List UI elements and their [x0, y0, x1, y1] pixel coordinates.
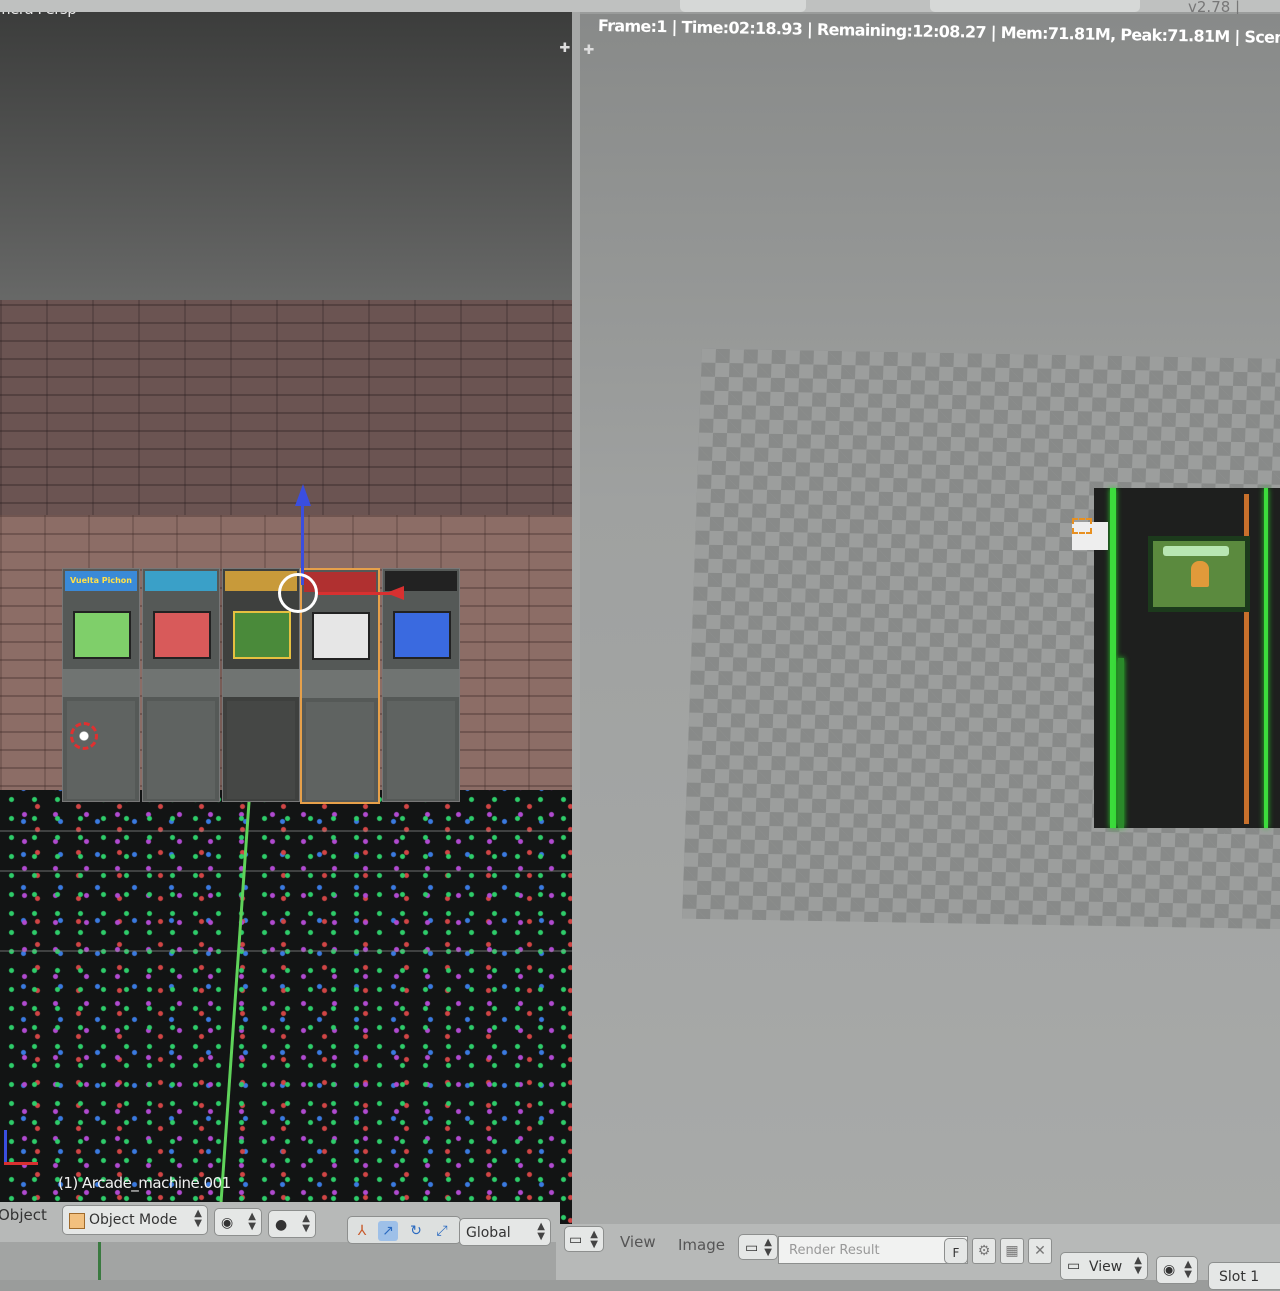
arcade-cabinet-base: [147, 701, 215, 799]
orientation-label: Global: [466, 1225, 511, 1241]
object-menu[interactable]: Object: [0, 1206, 47, 1224]
arcade-screen: [73, 611, 131, 659]
tile-corner-icon: [1072, 518, 1092, 534]
fake-user-button[interactable]: F: [944, 1238, 968, 1264]
confetti-floor: [0, 790, 578, 1225]
chevron-updown-icon: ▲ ▼: [764, 1237, 772, 1258]
chevron-updown-icon: ▲ ▼: [248, 1211, 256, 1232]
mode-select-label: Object Mode: [89, 1212, 178, 1228]
arcade-cabinet-base: [387, 701, 455, 799]
chevron-updown-icon: ▲ ▼: [537, 1221, 545, 1242]
image-editor[interactable]: Frame:1 | Time:02:18.93 | Remaining:12:0…: [580, 14, 1280, 1236]
arcade-control-panel: [302, 670, 378, 698]
open-image-icon[interactable]: ▦: [1000, 1238, 1024, 1264]
image-browse-icon: ▭: [745, 1240, 759, 1256]
gizmo-x-arrow-icon[interactable]: [386, 586, 404, 600]
active-object-label: (1) Arcade_machine.001: [58, 1174, 231, 1192]
arcade-machine[interactable]: [382, 568, 460, 802]
arcade-control-panel: [143, 669, 219, 697]
grid-line: [0, 950, 578, 952]
view-mode-select[interactable]: ▭ View ▲ ▼: [1060, 1252, 1148, 1280]
gizmo-x-axis[interactable]: [318, 592, 396, 595]
manipulator-toggle-icon[interactable]: ⅄: [352, 1221, 372, 1241]
shading-icon: ●: [275, 1217, 288, 1233]
axis-indicator-z: [4, 1130, 7, 1164]
render-slot-label: Slot 1: [1219, 1269, 1260, 1285]
ceiling: [0, 0, 578, 330]
chevron-updown-icon: ▲ ▼: [302, 1213, 310, 1234]
area-split-icon[interactable]: ✚: [558, 42, 572, 56]
3d-viewport[interactable]: Vuelta Pichon mera Persp (1) Arcade_mach…: [0, 0, 578, 1225]
object-mode-icon: [69, 1213, 85, 1229]
chevron-updown-icon: ▲ ▼: [1134, 1255, 1142, 1276]
interaction-mode-select[interactable]: Object Mode ▲ ▼: [62, 1205, 208, 1235]
transform-orientation-select[interactable]: Global ▲ ▼: [459, 1218, 551, 1246]
chevron-updown-icon: ▲ ▼: [1184, 1259, 1192, 1280]
new-image-icon[interactable]: ⚙: [972, 1238, 996, 1264]
screen-layout-field[interactable]: [680, 0, 806, 12]
gizmo-z-arrow-icon[interactable]: [295, 484, 311, 506]
rendered-arcade-screen: [1148, 536, 1250, 612]
area-split-icon[interactable]: ✚: [582, 44, 596, 58]
axis-indicator-x: [4, 1162, 38, 1165]
manipulator-group[interactable]: ⅄ ↗ ↻ ⤢: [347, 1216, 461, 1244]
rendered-tile: [1094, 488, 1280, 828]
arcade-screen: [393, 611, 451, 659]
image-name-field[interactable]: Render Result: [778, 1236, 968, 1264]
screen-figure: [1191, 561, 1209, 587]
arcade-screen: [153, 611, 211, 659]
browse-image-button[interactable]: ▭ ▲ ▼: [738, 1234, 778, 1260]
arcade-marquee: [145, 571, 217, 591]
pivot-point-select[interactable]: ◉ ▲ ▼: [214, 1208, 262, 1236]
render-slot-select[interactable]: Slot 1: [1208, 1262, 1280, 1290]
screen-sign: [1163, 546, 1229, 556]
image-editor-icon: ▭: [569, 1232, 583, 1248]
arcade-screen: [312, 612, 370, 660]
arcade-cabinet-base: [67, 701, 135, 799]
arcade-cabinet-base: [306, 702, 374, 800]
neon-strip: [1110, 488, 1116, 828]
arcade-marquee: Vuelta Pichon: [65, 571, 137, 591]
render-status-text: Frame:1 | Time:02:18.93 | Remaining:12:0…: [597, 16, 1280, 49]
chevron-updown-icon: ▲ ▼: [590, 1229, 598, 1250]
rotate-icon[interactable]: ↻: [406, 1221, 426, 1241]
neon-strip: [1118, 658, 1124, 828]
shading-select[interactable]: ● ▲ ▼: [268, 1210, 316, 1238]
view-mode-icon: ▭: [1067, 1258, 1081, 1274]
view-menu[interactable]: View: [620, 1233, 656, 1251]
brick-wall-upper: [0, 300, 578, 540]
grid-line: [0, 830, 578, 832]
area-divider[interactable]: [572, 0, 580, 1230]
unlink-image-icon[interactable]: ✕: [1028, 1238, 1052, 1264]
translate-icon[interactable]: ↗: [378, 1221, 398, 1241]
arcade-screen: [233, 611, 291, 659]
pivot-icon: ◉: [221, 1215, 234, 1231]
top-info-bar: v2.78 | Verts: [0, 0, 1280, 34]
image-menu[interactable]: Image: [678, 1236, 725, 1254]
neon-strip: [1264, 488, 1268, 828]
arcade-control-panel: [383, 669, 459, 697]
current-frame-marker[interactable]: [98, 1238, 101, 1280]
chevron-updown-icon: ▲ ▼: [194, 1208, 202, 1229]
scene-field[interactable]: [930, 0, 1140, 12]
scale-icon[interactable]: ⤢: [432, 1221, 452, 1241]
arcade-control-panel: [63, 669, 139, 697]
arcade-control-panel: [223, 669, 299, 697]
arcade-machine[interactable]: Vuelta Pichon: [62, 568, 140, 802]
3d-cursor-icon[interactable]: [70, 722, 98, 750]
arcade-machine[interactable]: [142, 568, 220, 802]
grid-line: [0, 870, 578, 872]
view-mode-label: View: [1089, 1259, 1123, 1275]
gizmo-center-ring[interactable]: [278, 573, 318, 613]
arcade-cabinet-base: [227, 701, 295, 799]
editor-type-select[interactable]: ▭ ▲ ▼: [564, 1226, 604, 1252]
